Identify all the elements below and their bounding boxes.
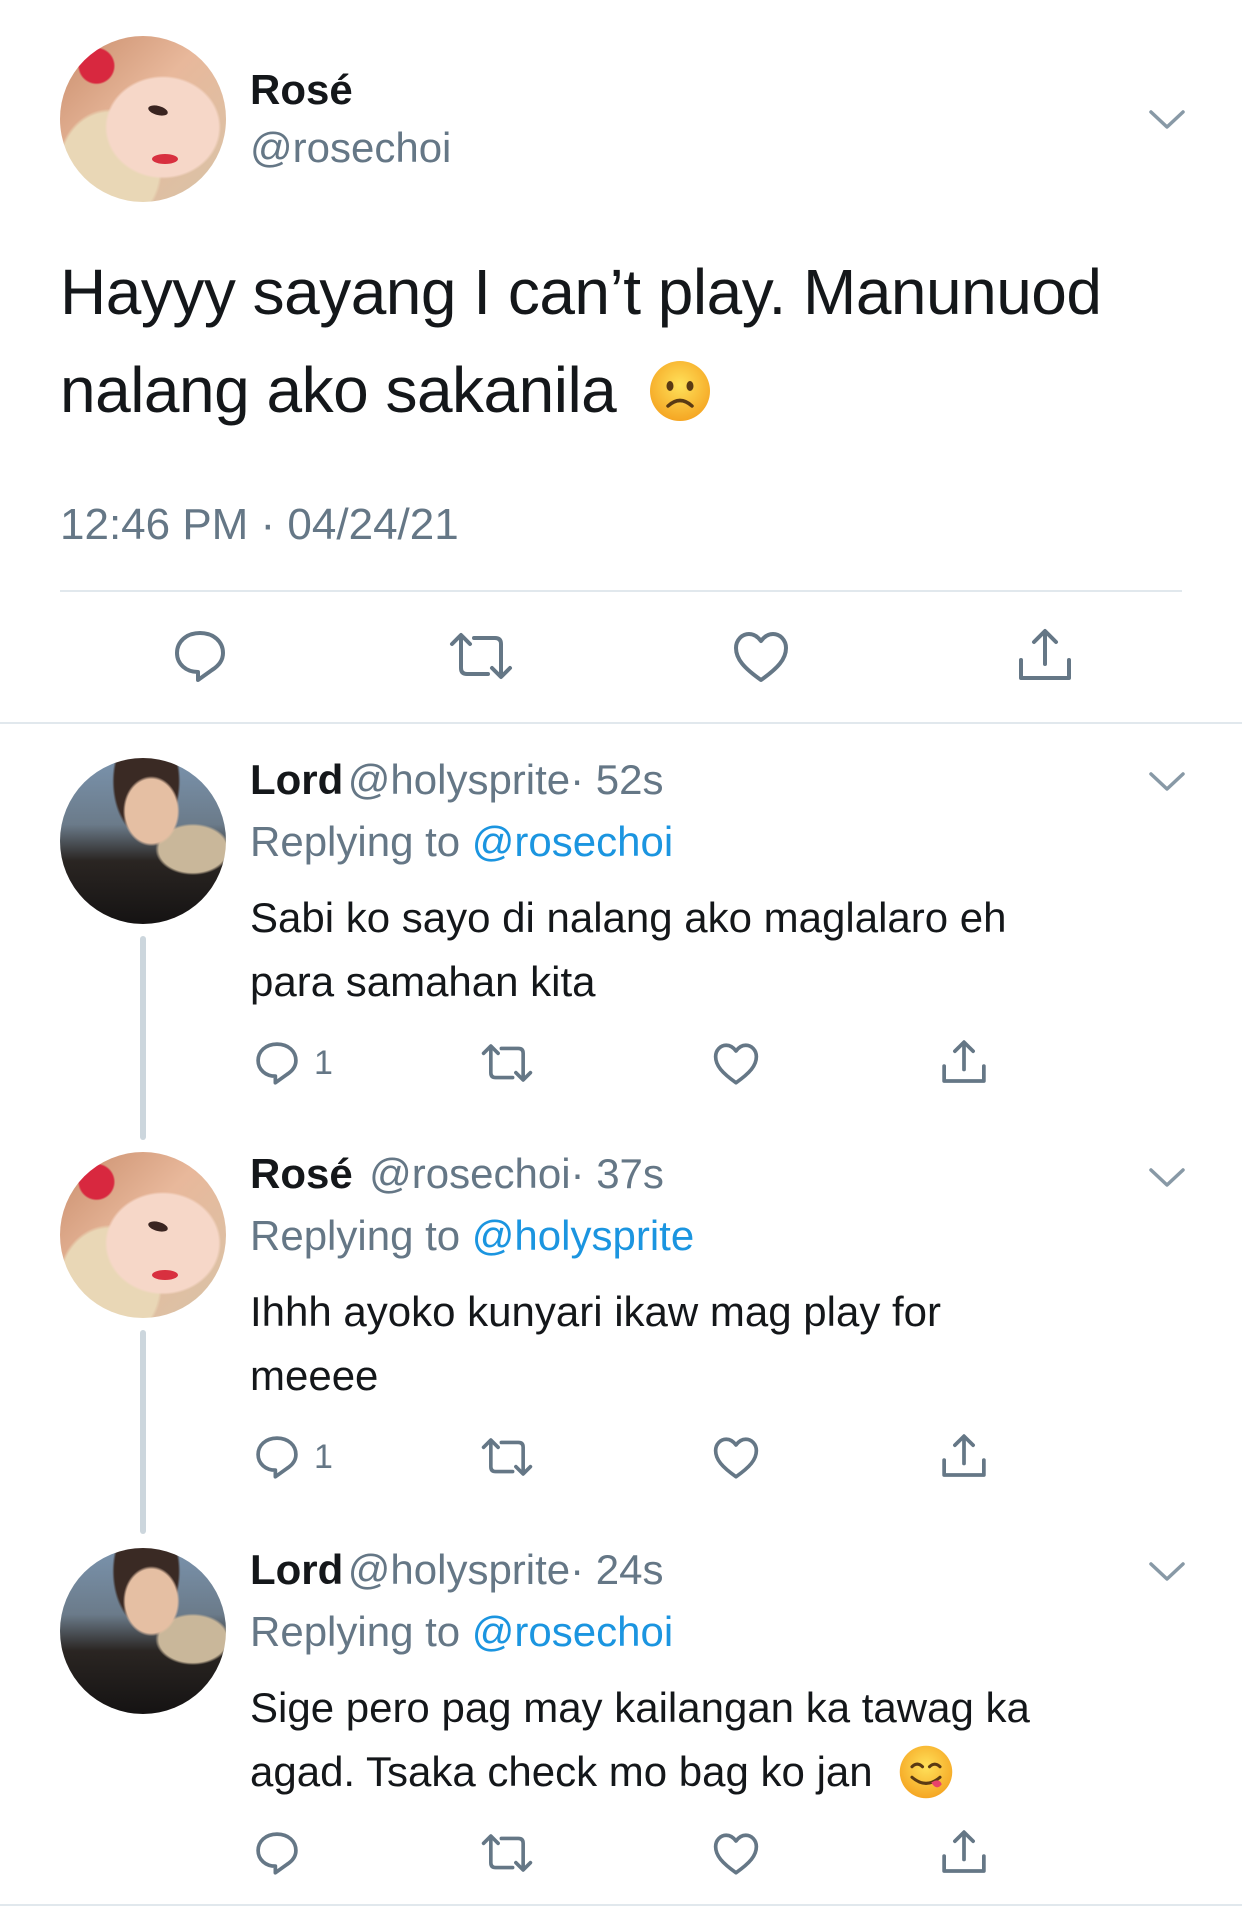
face-savoring-food-icon (900, 1745, 953, 1799)
reply-text: Sabi ko sayo di nalang ako maglalaro eh … (250, 894, 1007, 1005)
reply-icon[interactable] (172, 628, 228, 684)
mention-link[interactable]: @rosechoi (472, 1608, 673, 1655)
reply-time[interactable]: · 24s (570, 1546, 663, 1593)
reply-icon[interactable] (254, 1434, 300, 1480)
like-icon[interactable] (712, 1042, 760, 1086)
author-name[interactable]: Rosé (250, 1150, 353, 1197)
chevron-down-icon[interactable] (1147, 766, 1187, 796)
retweet-icon[interactable] (480, 1042, 534, 1084)
mention-link[interactable]: @rosechoi (472, 818, 673, 865)
author-handle[interactable]: @holysprite (348, 756, 570, 803)
share-icon[interactable] (1016, 626, 1074, 684)
avatar[interactable] (60, 1548, 226, 1714)
retweet-icon[interactable] (448, 630, 514, 682)
reply-count: 1 (314, 1044, 333, 1082)
author-name[interactable]: Lord (250, 756, 343, 803)
avatar[interactable] (60, 1152, 226, 1318)
frowning-face-icon (649, 361, 710, 422)
reply-count: 1 (314, 1438, 333, 1476)
share-icon[interactable] (940, 1038, 988, 1086)
replying-to: Replying to @holysprite (250, 1212, 695, 1259)
avatar[interactable] (60, 36, 226, 202)
author-handle[interactable]: @rosechoi (250, 124, 451, 172)
divider (60, 590, 1182, 592)
chevron-down-icon[interactable] (1147, 104, 1187, 134)
replying-to: Replying to @rosechoi (250, 818, 674, 865)
retweet-icon[interactable] (480, 1832, 534, 1874)
like-icon[interactable] (732, 630, 790, 684)
reply-icon[interactable] (254, 1830, 300, 1876)
retweet-icon[interactable] (480, 1436, 534, 1478)
like-icon[interactable] (712, 1832, 760, 1876)
avatar[interactable] (60, 758, 226, 924)
author-name[interactable]: Lord (250, 1546, 343, 1593)
author-handle[interactable]: @holysprite (348, 1546, 570, 1593)
reply-icon[interactable] (254, 1040, 300, 1086)
reply-time[interactable]: · 37s (571, 1150, 664, 1197)
divider (0, 722, 1242, 724)
timestamp[interactable]: 12:46 PM · 04/24/21 (60, 500, 459, 550)
like-icon[interactable] (712, 1436, 760, 1480)
reply-header: Lord @holysprite· 52s (250, 756, 664, 804)
mention-link[interactable]: @holysprite (472, 1212, 694, 1259)
divider (0, 1904, 1242, 1906)
thread-line (140, 1330, 146, 1534)
reply-text: Sige pero pag may kailangan ka tawag ka … (250, 1676, 1210, 1804)
author-name[interactable]: Rosé (250, 66, 353, 114)
author-handle[interactable]: @rosechoi (369, 1150, 570, 1197)
chevron-down-icon[interactable] (1147, 1162, 1187, 1192)
thread-line (140, 936, 146, 1140)
share-icon[interactable] (940, 1828, 988, 1876)
reply-text: Ihhh ayoko kunyari ikaw mag play for mee… (250, 1288, 942, 1399)
tweet-text: Hayyy sayang I can’t play. Manunuod nala… (60, 256, 1102, 426)
reply-header: Lord @holysprite· 24s (250, 1546, 664, 1594)
share-icon[interactable] (940, 1432, 988, 1480)
reply-time[interactable]: · 52s (570, 756, 663, 803)
chevron-down-icon[interactable] (1147, 1556, 1187, 1586)
reply-header: Rosé @rosechoi· 37s (250, 1150, 664, 1198)
replying-to: Replying to @rosechoi (250, 1608, 674, 1655)
